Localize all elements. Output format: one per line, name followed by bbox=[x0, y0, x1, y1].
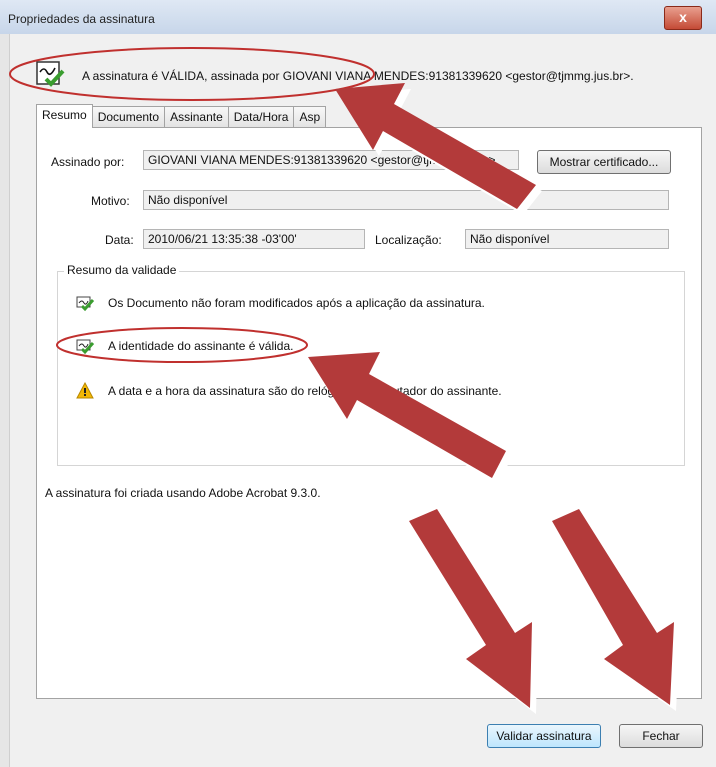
signature-status: A assinatura é VÁLIDA, assinada por GIOV… bbox=[34, 58, 694, 88]
signature-pen-icon bbox=[36, 61, 65, 87]
validation-summary-title: Resumo da validade bbox=[64, 263, 180, 277]
signed-by-label: Assinado por: bbox=[51, 155, 125, 169]
created-with-note: A assinatura foi criada usando Adobe Acr… bbox=[45, 486, 321, 500]
reason-label: Motivo: bbox=[91, 194, 130, 208]
close-button[interactable]: Fechar bbox=[619, 724, 703, 748]
close-window-button[interactable]: x bbox=[664, 6, 702, 30]
show-certificate-button[interactable]: Mostrar certificado... bbox=[537, 150, 671, 174]
tab-aspectos[interactable]: Asp bbox=[293, 106, 327, 128]
warning-icon bbox=[76, 382, 94, 399]
tab-data-hora[interactable]: Data/Hora bbox=[227, 106, 295, 128]
left-edge bbox=[0, 34, 10, 767]
validation-item: Os Documento não foram modificados após … bbox=[74, 294, 674, 312]
validation-item-text: A data e a hora da assinatura são do rel… bbox=[108, 384, 502, 398]
signature-status-text: A assinatura é VÁLIDA, assinada por GIOV… bbox=[82, 69, 634, 83]
validation-summary-group: Resumo da validade Os Documento não fora… bbox=[57, 263, 685, 466]
validation-item: A identidade do assinante é válida. bbox=[74, 337, 674, 355]
tab-documento[interactable]: Documento bbox=[91, 106, 166, 128]
tab-resumo[interactable]: Resumo bbox=[36, 104, 93, 128]
title-bar: Propriedades da assinatura x bbox=[0, 0, 716, 35]
date-label: Data: bbox=[105, 233, 134, 247]
validation-item-text: Os Documento não foram modificados após … bbox=[108, 296, 485, 310]
validation-item: A data e a hora da assinatura são do rel… bbox=[74, 382, 674, 400]
validation-item-text: A identidade do assinante é válida. bbox=[108, 339, 294, 353]
reason-field[interactable]: Não disponível bbox=[143, 190, 669, 210]
signed-by-field[interactable]: GIOVANI VIANA MENDES:91381339620 <gestor… bbox=[143, 150, 519, 170]
valid-signature-icon bbox=[76, 339, 95, 355]
resumo-panel: Assinado por: GIOVANI VIANA MENDES:91381… bbox=[36, 127, 702, 699]
tab-assinante[interactable]: Assinante bbox=[164, 106, 229, 128]
window-title: Propriedades da assinatura bbox=[8, 12, 155, 26]
location-label: Localização: bbox=[375, 233, 442, 247]
date-field[interactable]: 2010/06/21 13:35:38 -03'00' bbox=[143, 229, 365, 249]
location-field[interactable]: Não disponível bbox=[465, 229, 669, 249]
validate-signature-button[interactable]: Validar assinatura bbox=[487, 724, 601, 748]
tab-bar: Resumo Documento Assinante Data/Hora Asp bbox=[36, 104, 327, 128]
valid-signature-icon bbox=[76, 296, 95, 312]
